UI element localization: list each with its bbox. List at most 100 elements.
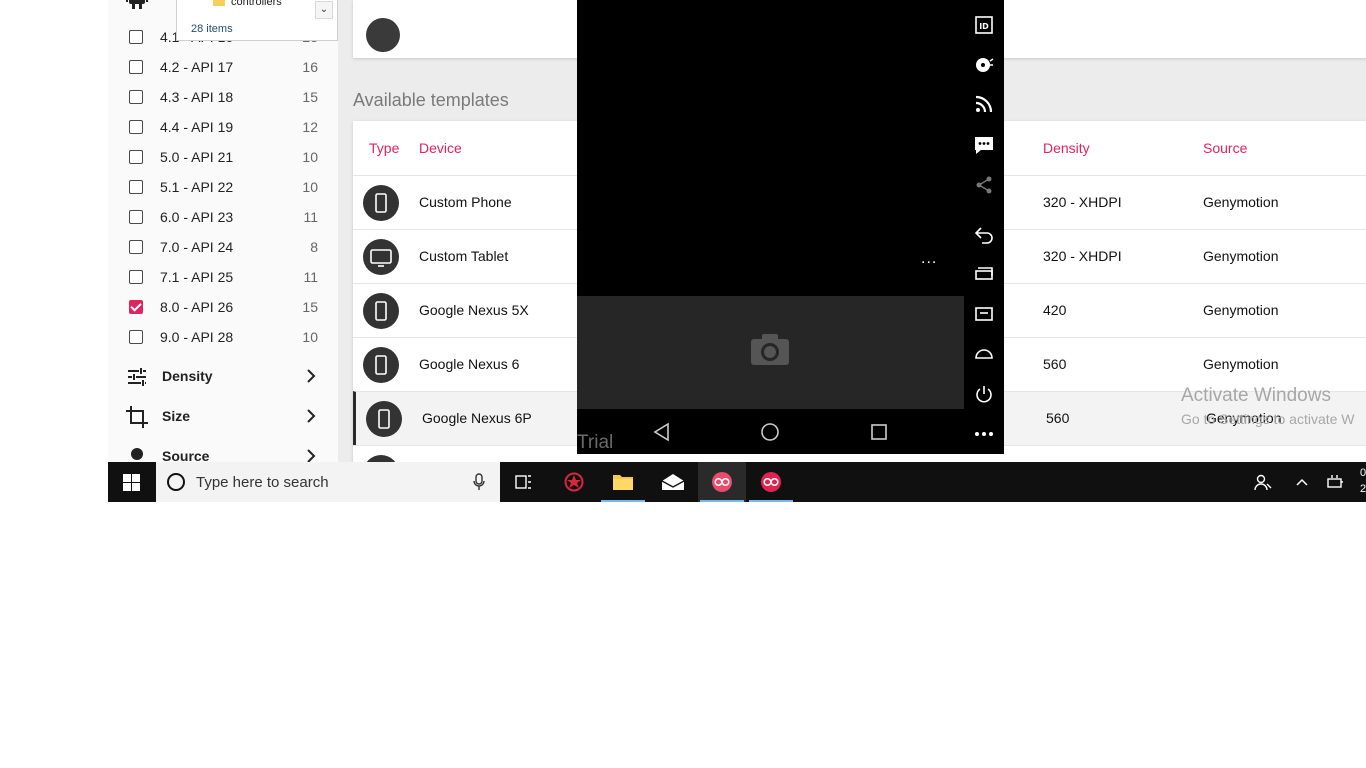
api-count: 8	[310, 239, 318, 255]
people-icon[interactable]	[1254, 474, 1272, 492]
api-checkbox[interactable]	[129, 240, 143, 254]
api-label: 4.3 - API 18	[160, 89, 234, 105]
recent-apps-icon[interactable]	[973, 263, 995, 285]
device-source: Genymotion	[1203, 248, 1279, 264]
api-checkbox[interactable]	[129, 150, 143, 164]
api-checkbox[interactable]	[129, 30, 143, 44]
api-checkbox[interactable]	[129, 90, 143, 104]
section-title: Available templates	[353, 90, 509, 110]
more-options-icon[interactable]	[973, 423, 995, 445]
device-density: 320 - XHDPI	[1043, 194, 1122, 210]
svg-text:ID: ID	[979, 22, 989, 31]
sliders-icon	[128, 368, 146, 386]
emulator-toolbar: ID	[964, 0, 1004, 454]
camera-icon	[751, 334, 789, 365]
clock-time: 0	[1360, 467, 1366, 479]
api-checkbox[interactable]	[129, 180, 143, 194]
api-filter-row[interactable]: 7.0 - API 24 8	[108, 233, 338, 263]
app-button-antivirus[interactable]	[550, 462, 598, 502]
android-icon	[126, 0, 148, 9]
api-filter-row[interactable]: 6.0 - API 23 11	[108, 203, 338, 233]
column-header-source[interactable]: Source	[1203, 140, 1247, 156]
taskbar-clock[interactable]: 0 27	[1360, 467, 1366, 495]
device-source: Genymotion	[1203, 302, 1279, 318]
api-filter-row[interactable]: 5.0 - API 21 10	[108, 143, 338, 173]
menu-icon[interactable]	[973, 303, 995, 325]
crop-icon	[126, 406, 148, 428]
api-count: 11	[303, 209, 318, 225]
device-name: Google Nexus 6P	[422, 410, 532, 426]
api-filter-row[interactable]: 4.4 - API 19 12	[108, 113, 338, 143]
id-icon[interactable]: ID	[973, 14, 995, 36]
device-name: Google Nexus 5X	[419, 302, 529, 318]
api-checkbox[interactable]	[129, 210, 143, 224]
device-name: Custom Tablet	[419, 248, 509, 264]
message-icon[interactable]	[973, 134, 995, 156]
battery-icon[interactable]	[1326, 474, 1344, 490]
filter-sidebar: 4.1 - API 16234.2 - API 17164.3 - API 18…	[108, 0, 338, 464]
rotate-back-icon[interactable]	[973, 223, 995, 245]
api-checkbox[interactable]	[129, 270, 143, 284]
phone-icon	[363, 185, 399, 221]
camera-preview[interactable]	[577, 296, 964, 409]
api-filter-row[interactable]: 9.0 - API 28 10	[108, 323, 338, 353]
api-count: 10	[302, 179, 318, 195]
cortana-icon	[167, 473, 185, 491]
filter-size[interactable]: Size	[108, 401, 338, 433]
active-indicator	[601, 500, 645, 502]
share-icon[interactable]	[973, 174, 995, 196]
app-button-genymotion-player[interactable]	[747, 462, 795, 502]
mail-icon	[661, 474, 685, 490]
api-count: 16	[302, 59, 318, 75]
red-app-icon	[564, 472, 584, 492]
home-nav-icon[interactable]	[759, 421, 781, 443]
api-filter-row[interactable]: 5.1 - API 22 10	[108, 173, 338, 203]
api-label: 9.0 - API 28	[160, 329, 234, 345]
api-label: 8.0 - API 26	[160, 299, 234, 315]
media-icon[interactable]	[973, 54, 995, 76]
app-button-file-explorer[interactable]	[599, 462, 647, 502]
item-count: 28 items	[191, 23, 233, 35]
trial-watermark: Trial	[577, 432, 614, 453]
task-view-button[interactable]	[500, 462, 548, 502]
chevron-down-icon[interactable]: ⌄	[315, 1, 333, 19]
api-checkbox[interactable]	[129, 330, 143, 344]
app-button-genymotion[interactable]	[698, 462, 746, 502]
emulator-screen[interactable]: ...	[577, 0, 964, 296]
api-checkbox[interactable]	[129, 60, 143, 74]
recents-nav-icon[interactable]	[868, 421, 890, 443]
api-filter-row[interactable]: 4.2 - API 17 16	[108, 53, 338, 83]
emulator-more-menu[interactable]: ...	[921, 250, 937, 268]
api-count: 10	[302, 149, 318, 165]
taskbar-search-box[interactable]: Type here to search	[156, 462, 500, 502]
app-button-mail[interactable]	[649, 462, 697, 502]
tablet-icon	[363, 239, 399, 275]
api-label: 5.0 - API 21	[160, 149, 234, 165]
genymotion-player-icon	[761, 472, 781, 492]
api-label: 6.0 - API 23	[160, 209, 234, 225]
folder-icon	[213, 0, 225, 6]
microphone-icon[interactable]	[472, 473, 486, 491]
api-filter-row[interactable]: 8.0 - API 26 15	[108, 293, 338, 323]
phone-icon	[366, 401, 402, 437]
folder-name[interactable]: controllers	[231, 0, 282, 8]
column-header-type[interactable]: Type	[369, 140, 399, 156]
search-placeholder: Type here to search	[196, 474, 329, 491]
rss-icon[interactable]	[973, 93, 995, 115]
back-nav-icon[interactable]	[651, 421, 673, 443]
device-density: 560	[1046, 410, 1070, 426]
home-icon[interactable]	[973, 343, 995, 365]
api-checkbox[interactable]	[129, 300, 143, 314]
chevron-right-icon	[307, 409, 316, 423]
windows-start-icon[interactable]	[123, 474, 140, 491]
activate-windows-title: Activate Windows	[1181, 385, 1331, 406]
chevron-up-icon[interactable]	[1295, 475, 1309, 489]
api-count: 15	[302, 89, 318, 105]
power-icon[interactable]	[973, 383, 995, 405]
filter-density[interactable]: Density	[108, 361, 338, 393]
api-filter-row[interactable]: 4.3 - API 18 15	[108, 83, 338, 113]
column-header-device[interactable]: Device	[419, 140, 462, 156]
api-filter-row[interactable]: 7.1 - API 25 11	[108, 263, 338, 293]
api-checkbox[interactable]	[129, 120, 143, 134]
column-header-density[interactable]: Density	[1043, 140, 1090, 156]
